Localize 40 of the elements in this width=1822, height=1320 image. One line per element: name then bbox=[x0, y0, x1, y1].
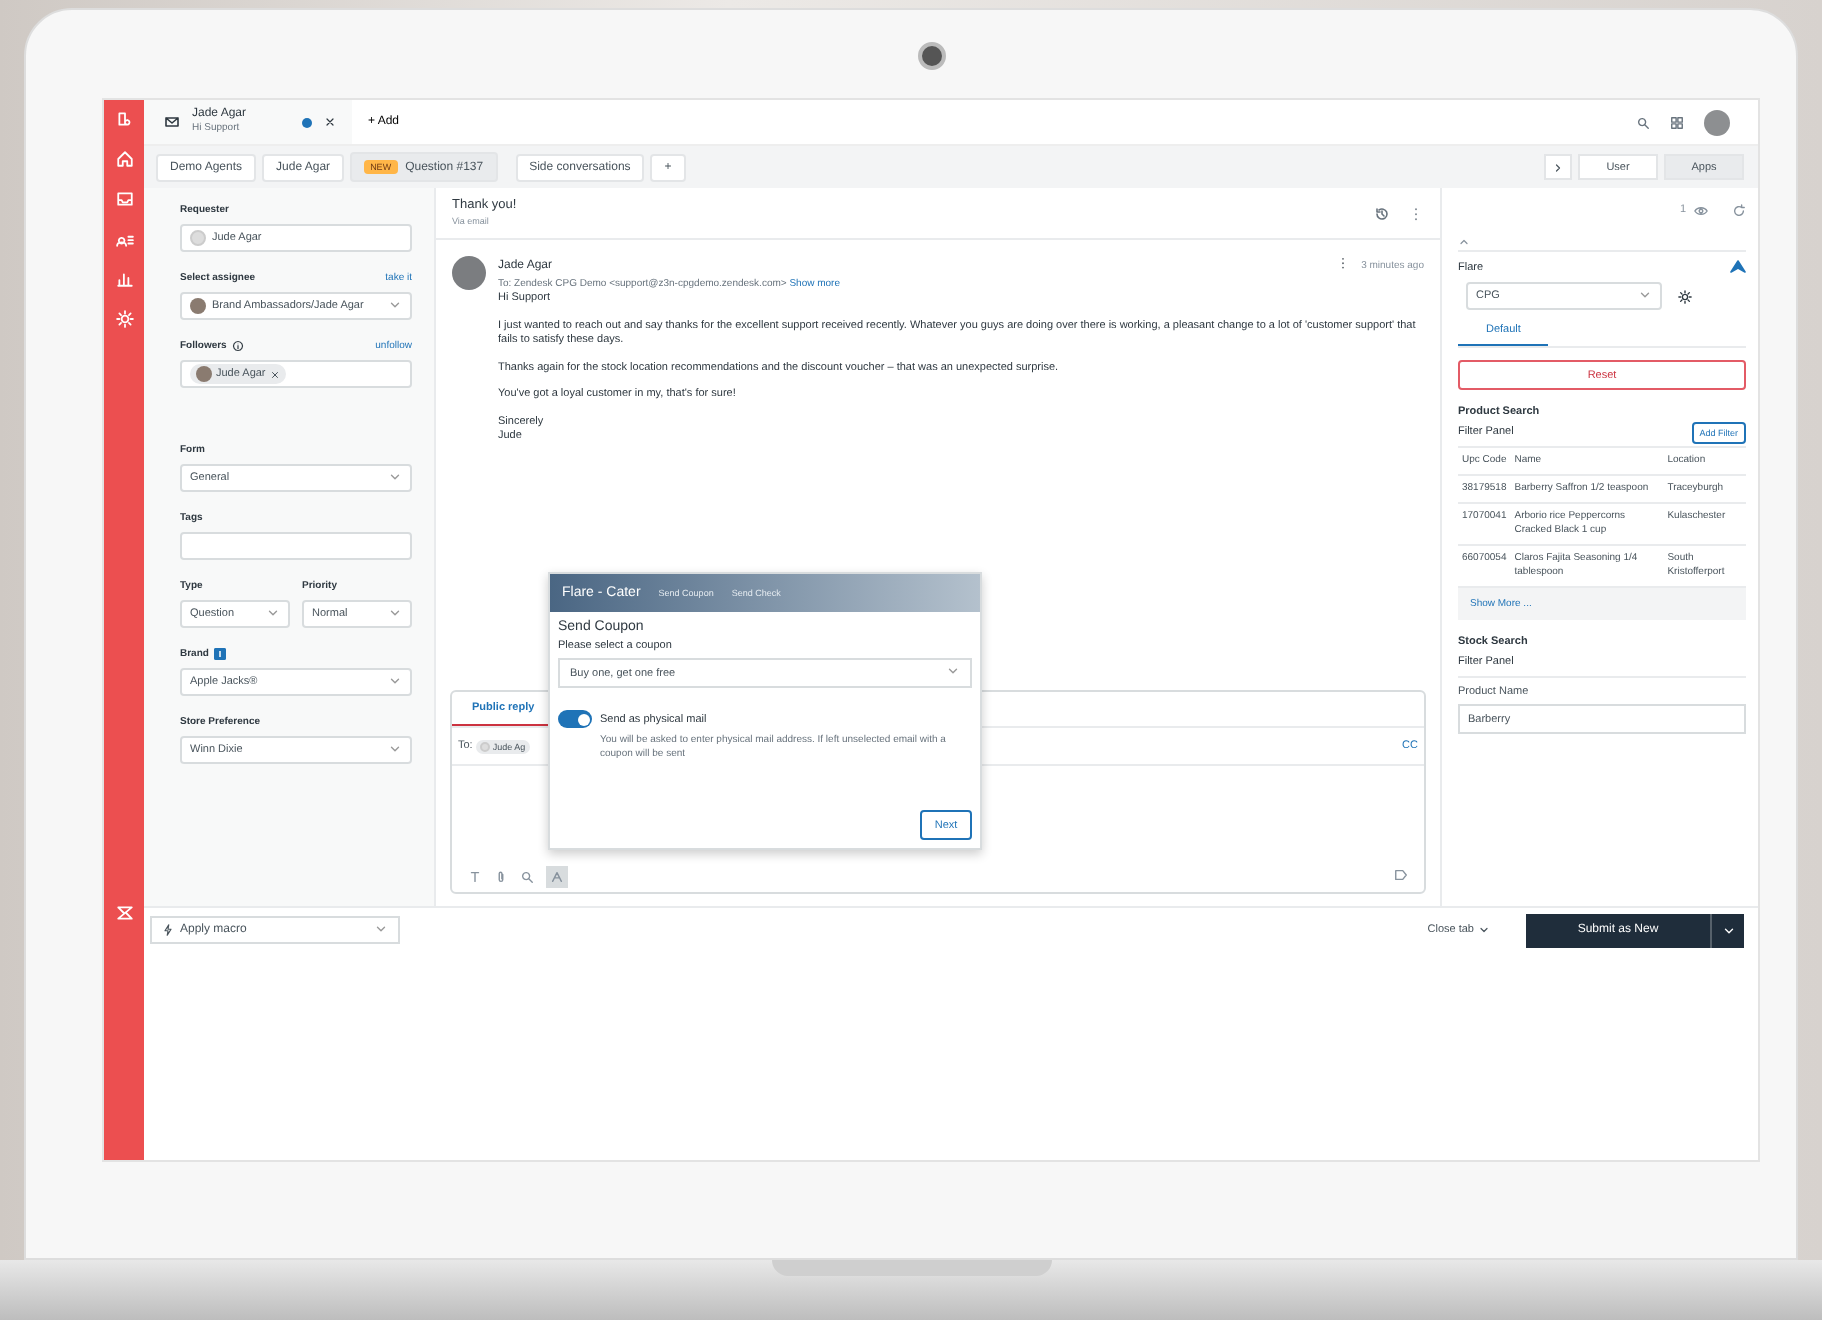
paperclip-icon[interactable] bbox=[494, 870, 508, 884]
physical-mail-toggle[interactable] bbox=[558, 710, 592, 728]
search-icon[interactable] bbox=[1636, 115, 1650, 129]
mail-icon bbox=[164, 114, 180, 130]
submit-options-button[interactable] bbox=[1710, 913, 1744, 947]
user-avatar[interactable] bbox=[1704, 109, 1730, 135]
chart-icon[interactable] bbox=[115, 270, 133, 288]
chevron-down-icon bbox=[1478, 924, 1490, 936]
logo-icon[interactable] bbox=[115, 110, 133, 128]
collapse-icon[interactable] bbox=[1458, 235, 1470, 247]
users-icon[interactable] bbox=[115, 230, 133, 248]
chevron-down-icon bbox=[388, 741, 402, 755]
camera-icon bbox=[917, 41, 945, 69]
text-field[interactable] bbox=[180, 532, 412, 560]
close-icon bbox=[269, 369, 280, 379]
settings-icon[interactable] bbox=[1678, 289, 1692, 303]
mountain-logo-icon bbox=[1730, 257, 1746, 273]
author-avatar bbox=[452, 256, 486, 290]
text-format-icon[interactable] bbox=[468, 870, 482, 884]
chevron-down-icon bbox=[1638, 287, 1652, 301]
chevron-down-icon bbox=[374, 921, 388, 935]
close-icon[interactable] bbox=[324, 116, 336, 128]
search-icon[interactable] bbox=[520, 870, 534, 884]
chevron-down-icon bbox=[388, 297, 402, 311]
app-icon[interactable] bbox=[550, 870, 564, 884]
chevron-right-icon bbox=[1552, 161, 1564, 173]
home-icon[interactable] bbox=[115, 150, 133, 168]
chevron-down-icon bbox=[1721, 923, 1735, 937]
chevron-down-icon bbox=[388, 673, 402, 687]
chevron-down-icon bbox=[266, 605, 280, 619]
eye-icon[interactable] bbox=[1694, 203, 1708, 217]
chevron-down-icon bbox=[388, 469, 402, 483]
refresh-icon[interactable] bbox=[1732, 203, 1746, 217]
history-icon[interactable] bbox=[1374, 205, 1390, 221]
inbox-icon[interactable] bbox=[115, 190, 133, 208]
tag-icon[interactable] bbox=[1394, 868, 1408, 882]
bolt-icon bbox=[162, 924, 174, 936]
grid-icon[interactable] bbox=[1670, 115, 1684, 129]
chevron-down-icon bbox=[388, 605, 402, 619]
chevron-down-icon bbox=[946, 664, 960, 678]
